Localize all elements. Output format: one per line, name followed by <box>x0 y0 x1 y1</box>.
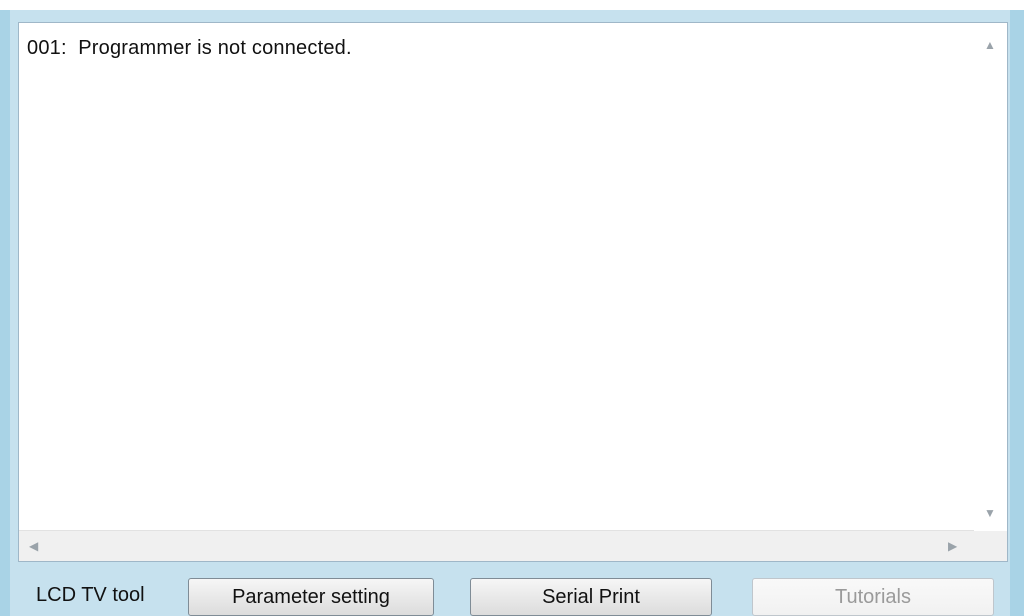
window-frame-right <box>1010 10 1024 616</box>
scroll-right-icon[interactable]: ▶ <box>948 539 962 553</box>
horizontal-scrollbar[interactable]: ◀ ▶ <box>19 530 974 561</box>
scroll-left-icon[interactable]: ◀ <box>29 539 43 553</box>
serial-print-button[interactable]: Serial Print <box>470 578 712 616</box>
log-line: 001: Programmer is not connected. <box>27 37 352 59</box>
log-output-box[interactable]: 001: Programmer is not connected. ▲ ▼ ◀ … <box>18 22 1008 562</box>
window-frame-left <box>0 10 10 616</box>
tutorials-button[interactable]: Tutorials <box>752 578 994 616</box>
bottom-toolbar: LCD TV tool Parameter setting Serial Pri… <box>18 568 1008 616</box>
tool-label: LCD TV tool <box>36 584 145 606</box>
scroll-down-icon[interactable]: ▼ <box>983 507 997 519</box>
scroll-up-icon[interactable]: ▲ <box>983 39 997 51</box>
title-strip <box>0 0 1024 10</box>
vertical-scrollbar[interactable]: ▲ ▼ <box>973 23 1007 531</box>
scrollbar-corner <box>973 531 1007 561</box>
parameter-setting-button[interactable]: Parameter setting <box>188 578 434 616</box>
